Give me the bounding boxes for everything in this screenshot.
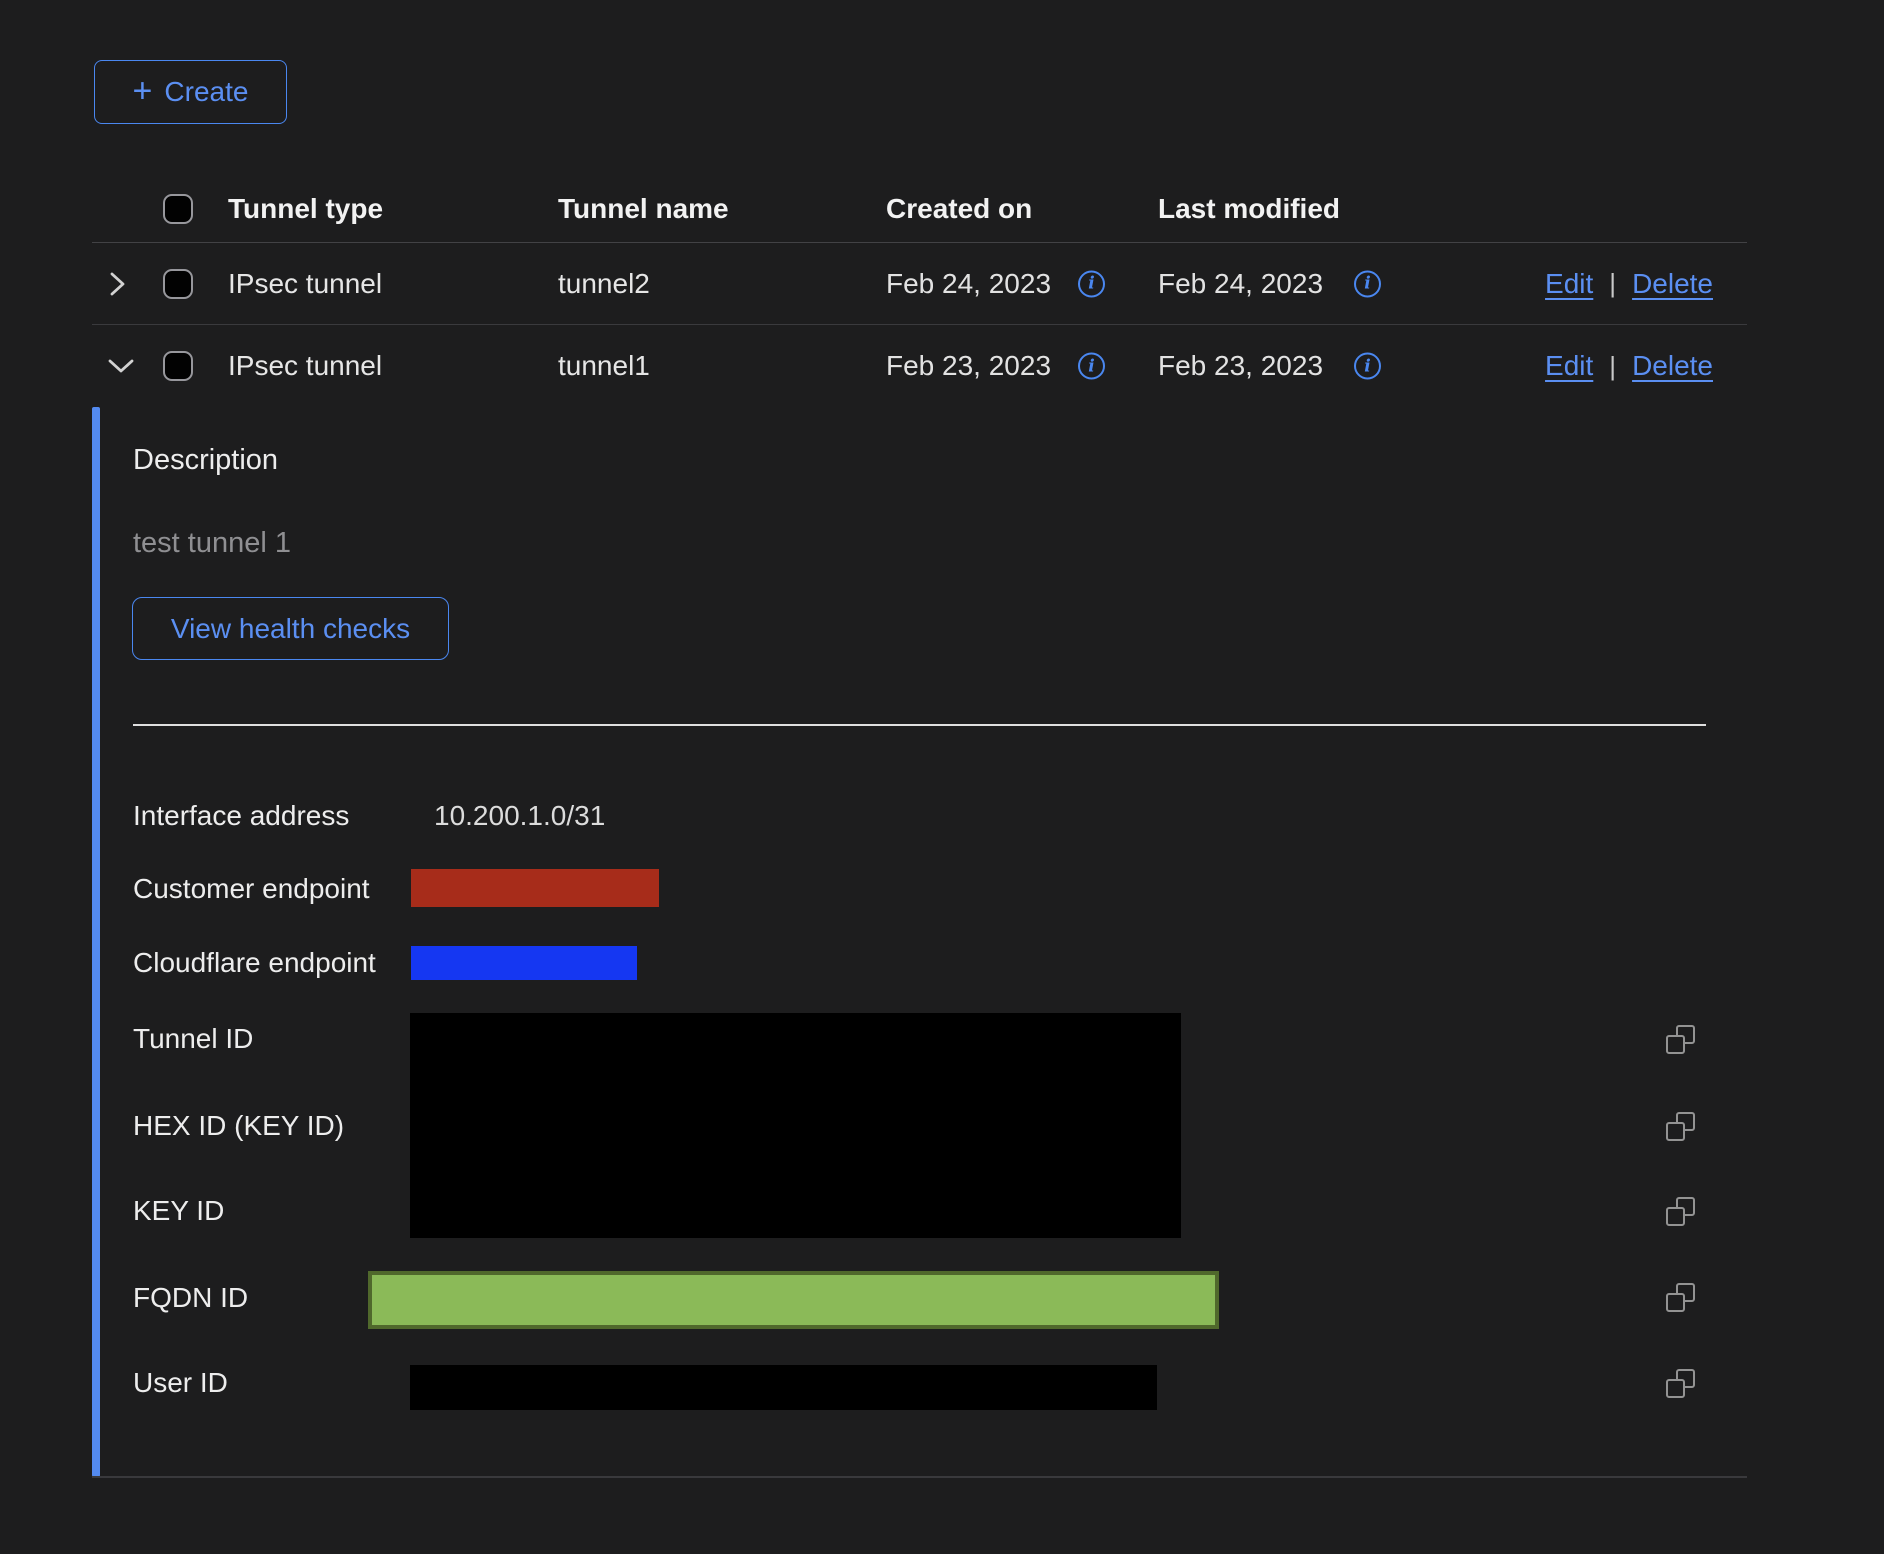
edit-link[interactable]: Edit	[1545, 268, 1593, 300]
user-id-label: User ID	[133, 1367, 228, 1399]
column-header-tunnel-type: Tunnel type	[228, 193, 383, 225]
action-separator: |	[1609, 351, 1616, 382]
customer-endpoint-label: Customer endpoint	[133, 873, 370, 905]
created-on-cell: Feb 23, 2023	[886, 350, 1051, 382]
copy-tunnel-id-icon[interactable]	[1666, 1025, 1695, 1054]
tunnel-hex-key-id-redacted-values	[410, 1013, 1181, 1238]
key-id-label: KEY ID	[133, 1195, 224, 1227]
fqdn-id-redacted-value	[368, 1271, 1219, 1329]
description-label: Description	[133, 444, 278, 477]
created-on-info-icon[interactable]: i	[1078, 270, 1105, 297]
delete-link[interactable]: Delete	[1632, 350, 1713, 382]
ipsec-tunnels-page: + Create Tunnel type Tunnel name Created…	[0, 0, 1884, 1554]
fqdn-id-label: FQDN ID	[133, 1282, 248, 1314]
last-modified-cell: Feb 24, 2023	[1158, 268, 1323, 300]
table-header: Tunnel type Tunnel name Created on Last …	[92, 176, 1747, 243]
row-checkbox[interactable]	[163, 351, 193, 381]
panel-bottom-border	[92, 1476, 1747, 1478]
row-checkbox[interactable]	[163, 269, 193, 299]
table-row-tunnel1: IPsec tunnel tunnel1 Feb 23, 2023 i Feb …	[92, 325, 1747, 407]
tunnel-name-cell: tunnel2	[558, 268, 650, 300]
expanded-row-indicator-bar	[92, 407, 100, 1477]
panel-divider	[133, 724, 1706, 726]
expand-chevron-right-icon[interactable]	[102, 266, 133, 302]
last-modified-info-icon[interactable]: i	[1354, 353, 1381, 380]
cloudflare-endpoint-label: Cloudflare endpoint	[133, 947, 376, 979]
hex-id-label: HEX ID (KEY ID)	[133, 1110, 344, 1142]
copy-hex-id-icon[interactable]	[1666, 1112, 1695, 1141]
user-id-redacted-value	[410, 1365, 1157, 1410]
create-button-label: Create	[164, 76, 248, 108]
cloudflare-endpoint-redacted-value	[411, 946, 637, 980]
tunnel-id-label: Tunnel ID	[133, 1023, 253, 1055]
create-button[interactable]: + Create	[94, 60, 287, 124]
description-value: test tunnel 1	[133, 527, 291, 560]
tunnel-type-cell: IPsec tunnel	[228, 350, 382, 382]
interface-address-value: 10.200.1.0/31	[434, 800, 605, 832]
created-on-cell: Feb 24, 2023	[886, 268, 1051, 300]
plus-icon: +	[133, 74, 153, 108]
copy-user-id-icon[interactable]	[1666, 1369, 1695, 1398]
select-all-checkbox[interactable]	[163, 194, 193, 224]
copy-fqdn-id-icon[interactable]	[1666, 1283, 1695, 1312]
customer-endpoint-redacted-value	[411, 869, 659, 907]
interface-address-label: Interface address	[133, 800, 349, 832]
tunnel-type-cell: IPsec tunnel	[228, 268, 382, 300]
table-row-tunnel2: IPsec tunnel tunnel2 Feb 24, 2023 i Feb …	[92, 243, 1747, 325]
edit-link[interactable]: Edit	[1545, 350, 1593, 382]
delete-link[interactable]: Delete	[1632, 268, 1713, 300]
created-on-info-icon[interactable]: i	[1078, 353, 1105, 380]
column-header-last-modified: Last modified	[1158, 193, 1340, 225]
action-separator: |	[1609, 268, 1616, 299]
collapse-chevron-down-icon[interactable]	[102, 351, 140, 381]
view-health-checks-button[interactable]: View health checks	[132, 597, 449, 660]
last-modified-info-icon[interactable]: i	[1354, 270, 1381, 297]
tunnel-name-cell: tunnel1	[558, 350, 650, 382]
last-modified-cell: Feb 23, 2023	[1158, 350, 1323, 382]
copy-key-id-icon[interactable]	[1666, 1197, 1695, 1226]
column-header-created-on: Created on	[886, 193, 1032, 225]
column-header-tunnel-name: Tunnel name	[558, 193, 729, 225]
